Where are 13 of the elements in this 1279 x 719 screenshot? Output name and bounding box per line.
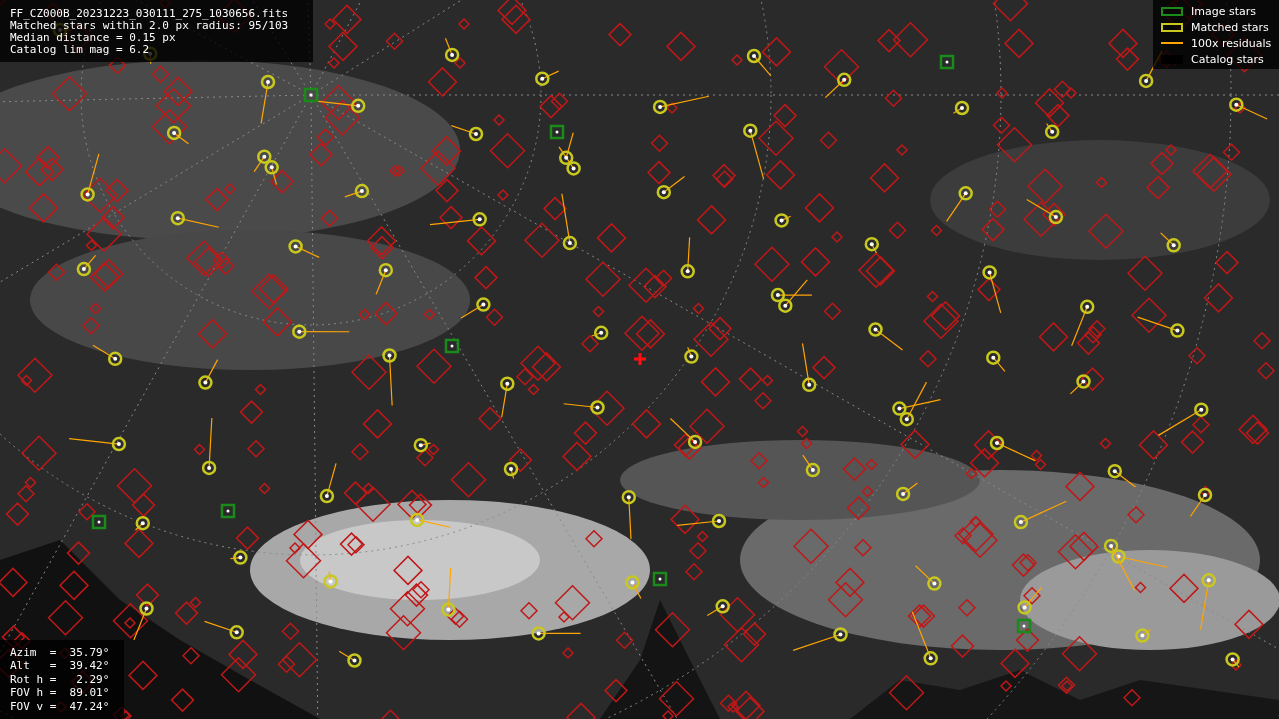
- info-line: FF_CZ000B_20231223_030111_275_1030656.fits: [10, 8, 290, 20]
- pointing-line: FOV h = 89.01°: [10, 686, 111, 700]
- pointing-line: Azim = 35.79°: [10, 645, 111, 659]
- info-line: Matched stars within 2.0 px radius: 95/103: [10, 20, 290, 32]
- pointing-line: Rot h = 2.29°: [10, 672, 111, 686]
- info-line: Catalog lim mag = 6.2: [10, 44, 151, 56]
- legend-label: Matched stars: [1191, 20, 1269, 34]
- legend-label: Image stars: [1191, 4, 1256, 18]
- pointing-line: Alt = 39.42°: [10, 659, 111, 673]
- pointing-line: FOV v = 47.24°: [10, 699, 111, 713]
- legend-label: Catalog stars: [1191, 52, 1264, 66]
- legend-label: 100x residuals: [1191, 36, 1272, 50]
- info-line: Median distance = 0.15 px: [10, 32, 177, 44]
